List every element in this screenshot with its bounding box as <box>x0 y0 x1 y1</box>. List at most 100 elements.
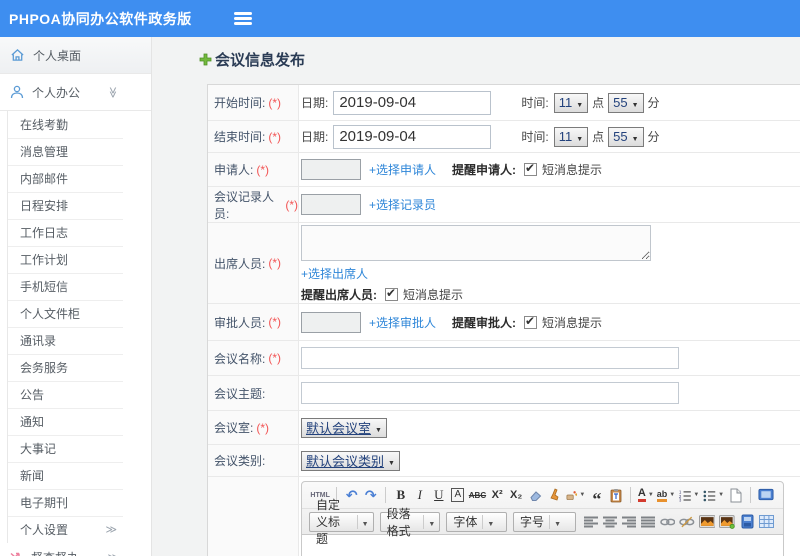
applicant-sms-checkbox[interactable] <box>524 161 538 176</box>
choose-recorder-link[interactable]: +选择记录员 <box>369 196 436 213</box>
start-minute-select[interactable]: 55 <box>608 92 644 113</box>
start-date-input[interactable] <box>333 90 492 115</box>
sidebar-item-sms[interactable]: 手机短信 <box>8 273 123 300</box>
field-label: 结束时间: <box>214 130 266 144</box>
unordered-list-icon[interactable] <box>703 486 724 504</box>
align-justify-icon[interactable] <box>640 513 656 531</box>
superscript-button[interactable]: X² <box>490 486 505 504</box>
required-mark: (*) <box>268 315 282 329</box>
sidebar: 个人桌面 个人办公 ≫ 在线考勤 消息管理 内部邮件 日程安排 工作日志 工作计… <box>0 37 152 556</box>
eraser-icon[interactable] <box>528 486 543 504</box>
font-size-select[interactable]: 字号 <box>513 511 576 532</box>
row-meeting-content: HTML ↶ ↷ B I U A ABC X² X₂ ▼ “ A ▼ ab ▼ … <box>208 477 800 556</box>
redo-icon[interactable]: ↷ <box>363 486 378 504</box>
font-family-select[interactable]: 字体 <box>446 511 508 532</box>
bold-button[interactable]: B <box>393 486 408 504</box>
sidebar-item-schedule[interactable]: 日程安排 <box>8 192 123 219</box>
green-plus-icon <box>199 53 212 66</box>
link-icon[interactable] <box>659 513 676 531</box>
sidebar-item-label: 个人桌面 <box>33 48 82 63</box>
insert-image-icon[interactable] <box>719 513 736 531</box>
chevron-right-icon: ≫ <box>107 551 119 556</box>
attendees-sms-checkbox[interactable] <box>385 286 398 301</box>
app-title: PHPOA协同办公软件政务版 <box>9 10 192 27</box>
row-applicant: 申请人:(*) +选择申请人 提醒申请人: 短消息提示 <box>208 153 800 187</box>
sidebar-submenu: 在线考勤 消息管理 内部邮件 日程安排 工作日志 工作计划 手机短信 个人文件柜… <box>7 111 123 543</box>
italic-button[interactable]: I <box>412 486 427 504</box>
format-painter-icon[interactable] <box>566 486 586 504</box>
editor-toolbar: HTML ↶ ↷ B I U A ABC X² X₂ ▼ “ A ▼ ab ▼ … <box>301 481 784 546</box>
choose-attendees-link[interactable]: +选择出席人 <box>301 265 368 282</box>
align-left-icon[interactable] <box>583 513 599 531</box>
sidebar-item-supervision[interactable]: 督查督办 ≫ <box>0 543 151 556</box>
unlink-icon[interactable] <box>679 513 695 531</box>
meeting-category-select[interactable]: 默认会议类别 <box>301 450 400 471</box>
field-label: 会议记录人员: <box>214 189 275 221</box>
sidebar-item-personal-files[interactable]: 个人文件柜 <box>8 300 123 327</box>
recorder-input[interactable] <box>301 194 361 215</box>
end-minute-select[interactable]: 55 <box>608 126 644 147</box>
chevron-right-icon: ≫ <box>105 524 117 536</box>
end-hour-select[interactable]: 11 <box>553 126 589 147</box>
sidebar-item-message-management[interactable]: 消息管理 <box>8 138 123 165</box>
paragraph-format-select[interactable]: 段落格式 <box>379 507 441 538</box>
page-title: 会议信息发布 <box>199 49 305 70</box>
align-right-icon[interactable] <box>621 513 637 531</box>
sidebar-item-personal-settings[interactable]: 个人设置 ≫ <box>8 516 123 543</box>
meeting-room-select[interactable]: 默认会议室 <box>301 417 387 438</box>
sidebar-item-personal-desktop[interactable]: 个人桌面 <box>0 37 151 74</box>
approver-sms-checkbox[interactable] <box>524 314 538 329</box>
sidebar-item-work-log[interactable]: 工作日志 <box>8 219 123 246</box>
subscript-button[interactable]: X₂ <box>509 486 524 504</box>
clear-format-broom-icon[interactable] <box>547 486 562 504</box>
sidebar-item-notice[interactable]: 通知 <box>8 408 123 435</box>
font-color-button[interactable]: A <box>637 488 646 502</box>
strikethrough-button[interactable]: ABC <box>469 486 486 504</box>
editor-content-area[interactable] <box>301 535 784 556</box>
table-icon[interactable] <box>759 513 775 531</box>
row-approver: 审批人员:(*) +选择审批人 提醒审批人: 短消息提示 <box>208 304 800 341</box>
end-date-input[interactable] <box>333 124 492 149</box>
sidebar-item-internal-mail[interactable]: 内部邮件 <box>8 165 123 192</box>
meeting-name-input[interactable] <box>301 347 679 369</box>
sidebar-item-personal-office[interactable]: 个人办公 ≫ <box>0 74 151 111</box>
media-icon[interactable] <box>740 513 755 531</box>
sidebar-item-label: 个人办公 <box>32 85 81 100</box>
attendees-textarea[interactable] <box>301 225 651 261</box>
image-icon[interactable] <box>698 513 716 531</box>
sidebar-item-e-journal[interactable]: 电子期刊 <box>8 489 123 516</box>
chevron-down-icon: ≫ <box>106 86 119 98</box>
sidebar-item-work-plan[interactable]: 工作计划 <box>8 246 123 273</box>
sidebar-item-major-events[interactable]: 大事记 <box>8 435 123 462</box>
fullscreen-icon[interactable] <box>758 486 774 504</box>
sidebar-item-meeting-service[interactable]: 会务服务 <box>8 354 123 381</box>
heading-style-select[interactable]: 自定义标题 <box>309 498 374 546</box>
row-recorder: 会议记录人员: (*) +选择记录员 <box>208 187 800 223</box>
choose-applicant-link[interactable]: +选择申请人 <box>369 161 436 178</box>
hamburger-menu-icon[interactable] <box>233 12 252 25</box>
sidebar-item-contacts[interactable]: 通讯录 <box>8 327 123 354</box>
paste-from-word-icon[interactable] <box>608 486 623 504</box>
sidebar-item-online-attendance[interactable]: 在线考勤 <box>8 111 123 138</box>
meeting-subject-input[interactable] <box>301 382 679 404</box>
applicant-input[interactable] <box>301 159 361 180</box>
row-start-time: 开始时间:(*) 日期: 时间: 11 点 55 分 <box>208 85 800 121</box>
required-mark: (*) <box>268 95 282 110</box>
blockquote-icon[interactable]: “ <box>589 486 604 508</box>
app-window: PHPOA协同办公软件政务版 个人桌面 个人办公 ≫ 在线考勤 消息管理 内部邮… <box>0 0 800 556</box>
underline-button[interactable]: U <box>431 486 446 504</box>
font-style-button[interactable]: A <box>451 488 465 502</box>
sidebar-item-news[interactable]: 新闻 <box>8 462 123 489</box>
align-center-icon[interactable] <box>602 513 618 531</box>
field-label: 会议名称: <box>214 351 266 366</box>
approver-input[interactable] <box>301 311 361 333</box>
ordered-list-icon[interactable]: 123 <box>679 486 700 504</box>
top-bar: PHPOA协同办公软件政务版 <box>0 0 800 37</box>
sidebar-item-announcement[interactable]: 公告 <box>8 381 123 408</box>
field-label: 会议室: <box>214 421 254 435</box>
highlight-color-button[interactable]: ab <box>656 489 668 502</box>
start-hour-select[interactable]: 11 <box>553 92 589 113</box>
new-page-icon[interactable] <box>728 486 743 504</box>
choose-approver-link[interactable]: +选择审批人 <box>369 314 436 331</box>
user-icon <box>10 85 24 99</box>
